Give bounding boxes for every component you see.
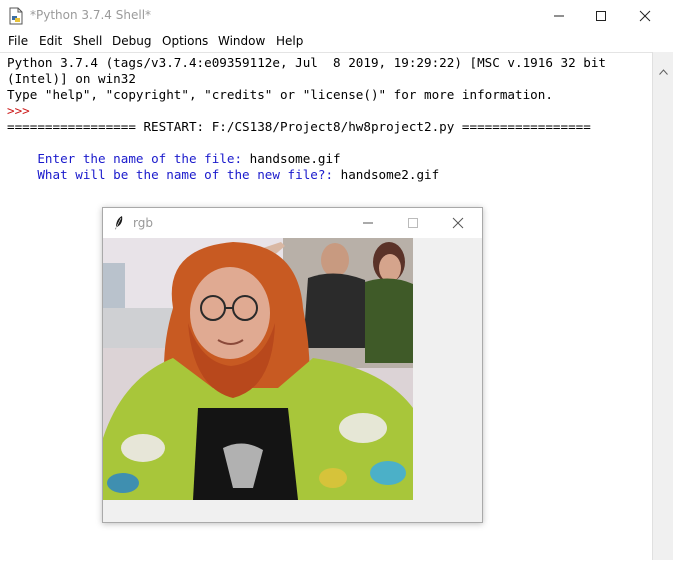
rgb-minimize-button[interactable]	[348, 208, 388, 238]
minimize-button[interactable]	[536, 0, 582, 32]
tk-feather-icon	[113, 215, 125, 235]
rgb-maximize-button[interactable]	[393, 208, 433, 238]
shell-output-line: (Intel)] on win32	[7, 71, 136, 86]
shell-prompt: >>>	[7, 103, 38, 118]
input-question: What will be the name of the new file?:	[37, 167, 341, 182]
menu-window[interactable]: Window	[218, 34, 265, 48]
minimize-icon	[553, 7, 565, 26]
restart-banner: ================= RESTART: F:/CS138/Proj…	[7, 119, 591, 134]
menu-bar: File Edit Shell Debug Options Window Hel…	[0, 32, 673, 52]
rgb-close-button[interactable]	[438, 208, 478, 238]
menu-file[interactable]: File	[8, 34, 28, 48]
menu-options[interactable]: Options	[162, 34, 208, 48]
shell-output-line: Type "help", "copyright", "credits" or "…	[7, 87, 553, 102]
maximize-icon	[407, 214, 419, 233]
maximize-icon	[595, 7, 607, 26]
photo-canvas	[103, 238, 413, 500]
title-bar: *Python 3.7.4 Shell*	[0, 0, 673, 32]
menu-debug[interactable]: Debug	[112, 34, 151, 48]
rgb-title-bar: rgb	[103, 208, 482, 238]
maximize-button[interactable]	[578, 0, 624, 32]
close-button[interactable]	[622, 0, 668, 32]
rgb-window-title: rgb	[133, 216, 153, 230]
menu-edit[interactable]: Edit	[39, 34, 62, 48]
close-icon	[452, 214, 464, 233]
shell-output-line: Python 3.7.4 (tags/v3.7.4:e09359112e, Ju…	[7, 55, 606, 70]
python-shell-icon	[8, 7, 24, 25]
vertical-scrollbar[interactable]	[652, 52, 673, 560]
scroll-up-icon[interactable]	[659, 60, 668, 79]
menu-help[interactable]: Help	[276, 34, 303, 48]
input-prompt-line: What will be the name of the new file?: …	[7, 151, 439, 199]
menu-shell[interactable]: Shell	[73, 34, 102, 48]
window-title: *Python 3.7.4 Shell*	[30, 8, 152, 22]
rgb-window[interactable]: rgb	[102, 207, 483, 523]
input-answer: handsome2.gif	[340, 167, 440, 182]
close-icon	[639, 7, 651, 26]
minimize-icon	[362, 214, 374, 233]
